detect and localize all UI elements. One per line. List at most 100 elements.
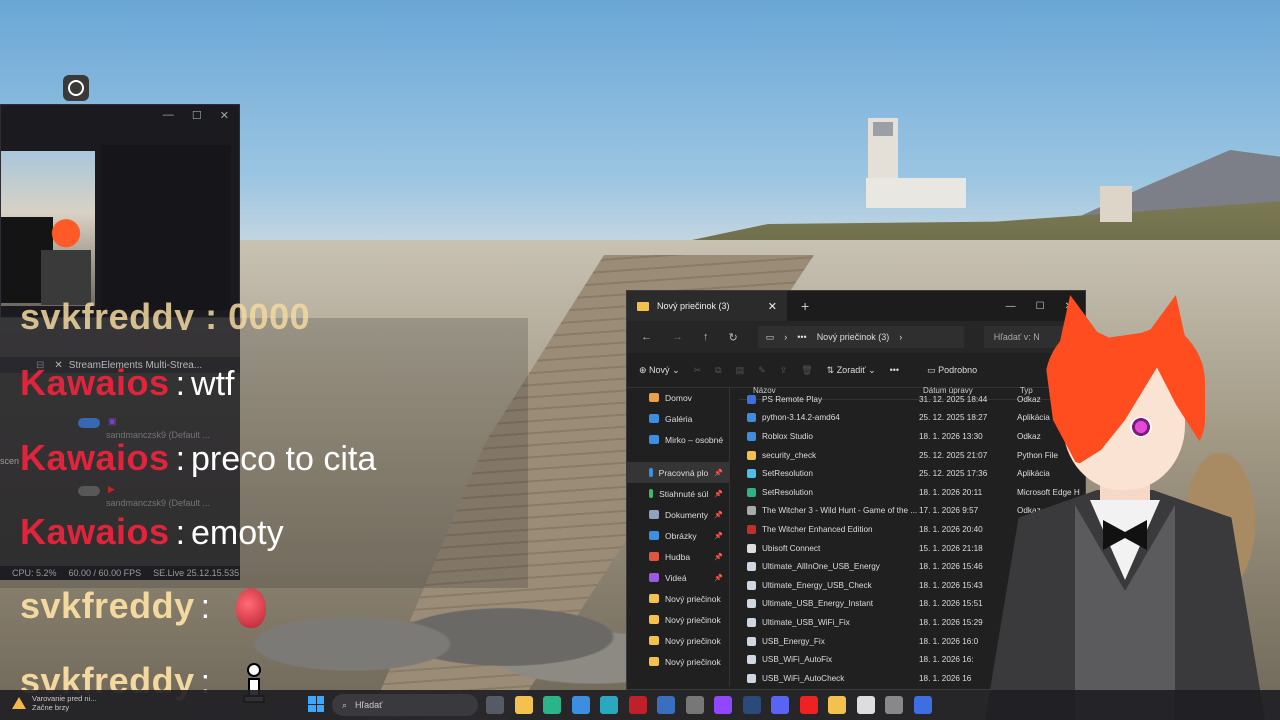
tab-close-icon[interactable]: ✕ bbox=[768, 300, 777, 313]
app-icon[interactable] bbox=[600, 696, 618, 714]
vegas-icon[interactable] bbox=[657, 696, 675, 714]
nav-item[interactable]: Nový priečinok bbox=[627, 588, 729, 609]
more-locations-icon[interactable]: ••• bbox=[797, 332, 806, 342]
videos-icon bbox=[649, 573, 659, 582]
amd-icon[interactable] bbox=[628, 696, 647, 714]
pin-icon[interactable]: 📌 bbox=[714, 490, 723, 498]
taskbar-search[interactable]: ⌕ Hľadať bbox=[332, 694, 478, 716]
window-app-icon[interactable] bbox=[913, 696, 932, 714]
file-icon bbox=[747, 413, 756, 423]
nav-item[interactable]: Videá 📌 bbox=[627, 567, 729, 588]
chat-separator: : bbox=[175, 440, 186, 478]
discord-icon[interactable] bbox=[771, 696, 789, 714]
new-button[interactable]: ⊕ Nový ⌄ bbox=[639, 365, 680, 376]
forward-icon[interactable]: → bbox=[672, 331, 683, 343]
nav-item[interactable]: Stiahnuté súl 📌 bbox=[627, 483, 729, 504]
file-icon bbox=[747, 431, 756, 441]
chat-message: Kawaios: wtf bbox=[20, 362, 234, 404]
details-pane-button[interactable]: ▭ Podrobno bbox=[927, 365, 977, 376]
paste-icon[interactable]: ▤ bbox=[736, 365, 745, 376]
profile-icon[interactable] bbox=[63, 75, 89, 101]
folder-icon bbox=[649, 615, 659, 624]
nav-item[interactable]: Galéria bbox=[627, 408, 729, 429]
nav-item[interactable]: Obrázky 📌 bbox=[627, 525, 729, 546]
cloud-icon bbox=[649, 435, 659, 444]
file-name: The Witcher 3 - Wild Hunt - Game of the … bbox=[762, 506, 918, 516]
file-name-cell: python-3.14.2-amd64 bbox=[739, 413, 919, 423]
file-icon bbox=[747, 673, 756, 683]
file-icon bbox=[747, 655, 756, 665]
gallery-icon bbox=[649, 414, 659, 423]
file-name: Ultimate_USB_Energy_Instant bbox=[762, 599, 874, 609]
nav-item-label: Nový priečinok bbox=[665, 656, 721, 667]
address-path: Nový priečinok (3) bbox=[816, 332, 890, 342]
nav-item-label: Videá bbox=[665, 572, 687, 583]
chat-username: svkfreddy bbox=[20, 585, 195, 626]
rename-icon[interactable]: ✎ bbox=[758, 365, 766, 376]
file-explorer-icon[interactable] bbox=[514, 696, 533, 714]
nav-item[interactable]: Nový priečinok bbox=[627, 630, 729, 651]
up-icon[interactable]: ↑ bbox=[703, 331, 709, 343]
file-name: Ultimate_USB_WiFi_Fix bbox=[762, 617, 850, 627]
details-label: Podrobno bbox=[938, 364, 978, 375]
nav-item[interactable]: Pracovná plo 📌 bbox=[627, 462, 729, 483]
preview-avatar bbox=[41, 213, 91, 305]
new-tab-button[interactable]: + bbox=[801, 298, 809, 314]
sort-label: Zoradiť bbox=[836, 364, 866, 375]
file-name: Ultimate_AllInOne_USB_Energy bbox=[762, 562, 880, 572]
edge-icon[interactable] bbox=[543, 696, 561, 714]
nav-item[interactable]: Mirko – osobné bbox=[627, 429, 729, 450]
file-name: Roblox Studio bbox=[762, 431, 813, 441]
nav-item[interactable]: Hudba 📌 bbox=[627, 546, 729, 567]
maximize-button[interactable]: ☐ bbox=[192, 109, 202, 122]
chrome-icon[interactable] bbox=[828, 696, 846, 714]
pin-icon[interactable]: 📌 bbox=[714, 511, 723, 519]
store-icon[interactable] bbox=[571, 696, 590, 714]
nav-item[interactable]: Nový priečinok bbox=[627, 609, 729, 630]
sort-button[interactable]: ⇅ Zoradiť ⌄ bbox=[827, 365, 876, 376]
chat-text: emoty bbox=[191, 514, 284, 552]
chat-username: Kawaios bbox=[20, 362, 170, 403]
file-icon bbox=[747, 543, 756, 553]
twitch-icon[interactable] bbox=[714, 696, 732, 714]
pin-icon[interactable]: 📌 bbox=[714, 574, 723, 582]
chat-message-partial: svkfreddy : 0000 bbox=[20, 296, 310, 330]
obs-icon[interactable] bbox=[885, 696, 903, 714]
youtube-icon[interactable] bbox=[799, 696, 818, 714]
nav-item[interactable]: Domov bbox=[627, 387, 729, 408]
file-name-cell: PS Remote Play bbox=[739, 394, 919, 404]
pin-icon[interactable]: 📌 bbox=[714, 532, 723, 540]
minimize-button[interactable]: — bbox=[163, 109, 174, 121]
file-name-cell: SetResolution bbox=[739, 487, 919, 497]
back-icon[interactable]: ← bbox=[641, 331, 652, 343]
refresh-icon[interactable]: ↻ bbox=[729, 331, 738, 344]
monitor-icon: ▭ bbox=[765, 331, 775, 342]
weather-widget[interactable]: Varovanie pred ni... Začne brzy bbox=[12, 694, 96, 712]
cut-icon[interactable]: ✂ bbox=[694, 365, 702, 376]
task-view-icon[interactable] bbox=[486, 696, 504, 714]
stream-preview bbox=[1, 151, 95, 306]
nav-item-label: Nový priečinok bbox=[665, 593, 721, 604]
nav-item-label: Mirko – osobné bbox=[665, 434, 724, 445]
share-icon[interactable]: ⇪ bbox=[780, 365, 788, 376]
explorer-tab[interactable]: Nový priečinok (3) ✕ bbox=[627, 291, 787, 321]
close-button[interactable]: ✕ bbox=[220, 109, 229, 122]
more-options-button[interactable]: ••• bbox=[890, 365, 899, 375]
nav-item[interactable]: Nový priečinok bbox=[627, 651, 729, 672]
address-input[interactable]: ▭ › ••• Nový priečinok (3) › bbox=[757, 326, 964, 348]
pin-icon[interactable]: 📌 bbox=[714, 553, 723, 561]
start-button-icon[interactable] bbox=[308, 696, 324, 712]
nav-item[interactable]: Dokumenty 📌 bbox=[627, 504, 729, 525]
delete-icon[interactable]: 🗑 bbox=[801, 365, 812, 376]
pin-icon[interactable]: 📌 bbox=[714, 469, 723, 477]
pictures-icon bbox=[649, 531, 659, 540]
gear-app-icon[interactable] bbox=[685, 696, 704, 714]
chevron-right-icon: › bbox=[899, 332, 903, 342]
steam-icon[interactable] bbox=[742, 696, 761, 714]
copy-icon[interactable]: ⧉ bbox=[715, 365, 721, 376]
home-icon bbox=[649, 393, 659, 402]
file-name-cell: Ubisoft Connect bbox=[739, 543, 919, 553]
column-name[interactable]: Názov bbox=[739, 386, 923, 395]
vpn-icon[interactable] bbox=[856, 696, 875, 714]
new-button-label: Nový bbox=[649, 364, 670, 375]
